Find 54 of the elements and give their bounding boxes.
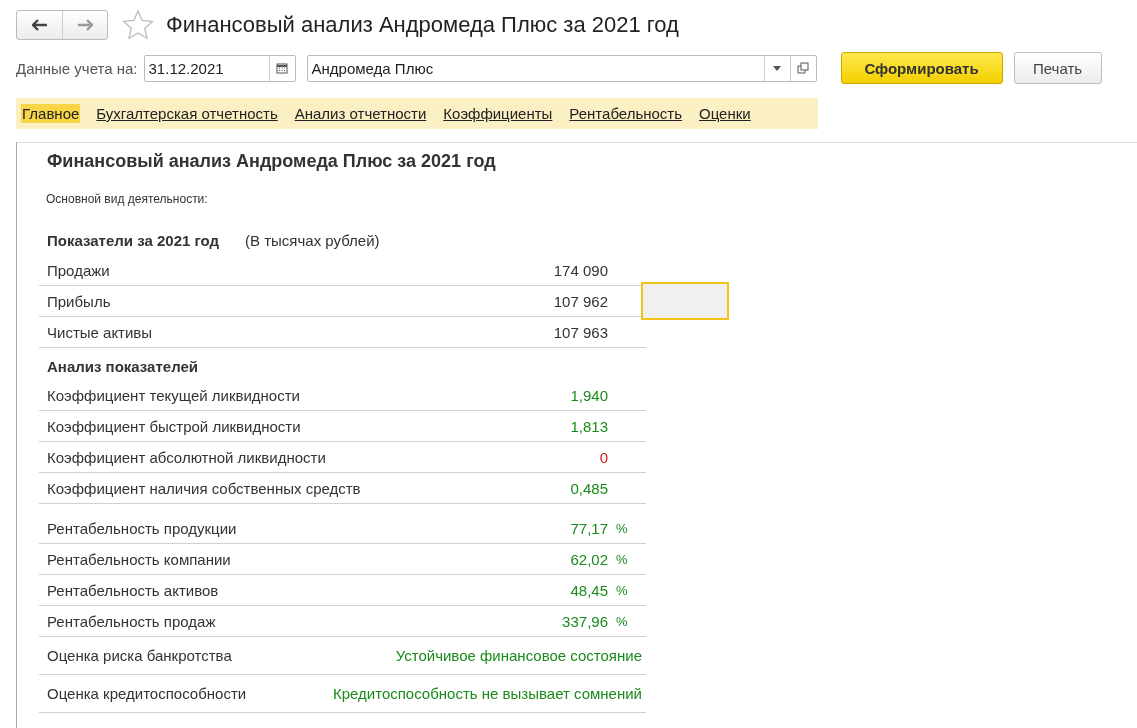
ratio-name: Коэффициент наличия собственных средств	[46, 479, 362, 497]
ratio-value: 1,940	[569, 386, 608, 404]
percent-sign: %	[616, 613, 628, 629]
report-title: Финансовый анализ Андромеда Плюс за 2021 год	[46, 151, 497, 172]
percent-sign: %	[616, 551, 628, 567]
indicator-value: 107 962	[552, 292, 608, 310]
ratio-name: Коэффициент быстрой ликвидности	[46, 417, 302, 435]
section-tab[interactable]: Коэффициенты	[442, 104, 554, 123]
assessment-value: Устойчивое финансовое состояние	[395, 647, 642, 664]
generate-button[interactable]: Сформировать	[840, 52, 1003, 84]
activity-label: Основной вид деятельности:	[45, 191, 209, 206]
assessment-name: Оценка риска банкротства	[46, 647, 233, 664]
section-heading: Анализ показателей	[47, 358, 199, 375]
unit-note: (В тысячах рублей)	[245, 232, 380, 249]
indicator-name: Чистые активы	[46, 323, 154, 341]
percent-sign: %	[616, 520, 628, 536]
indicator-name: Прибыль	[46, 292, 112, 310]
ratio-name: Коэффициент абсолютной ликвидности	[46, 448, 327, 466]
assessment-name: Оценка кредитоспособности	[46, 685, 248, 702]
profitability-name: Рентабельность компании	[46, 550, 232, 568]
section-tab[interactable]: Главное	[21, 104, 81, 123]
profitability-value: 77,17	[569, 519, 608, 537]
profitability-value: 48,45	[569, 581, 608, 599]
ratio-name: Коэффициент текущей ликвидности	[46, 386, 301, 404]
section-heading: Показатели за 2021 год	[47, 232, 220, 249]
profitability-value: 337,96	[561, 612, 608, 630]
profitability-name: Рентабельность продаж	[46, 612, 217, 630]
ratio-value: 0,485	[569, 479, 608, 497]
ratio-value: 1,813	[569, 417, 608, 435]
left-arrow-icon	[31, 19, 48, 31]
section-tab[interactable]: Анализ отчетности	[293, 104, 428, 123]
profitability-name: Рентабельность активов	[46, 581, 220, 599]
indicator-name: Продажи	[46, 261, 111, 279]
profitability-value: 62,02	[569, 550, 608, 568]
section-tab[interactable]: Оценки	[698, 104, 752, 123]
assessment-value: Кредитоспособность не вызывает сомнений	[332, 685, 642, 702]
profitability-name: Рентабельность продукции	[46, 519, 238, 537]
star-icon[interactable]	[122, 9, 154, 41]
open-window-icon	[797, 62, 810, 74]
calendar-icon	[276, 62, 289, 74]
date-field[interactable]: 31.12.2021	[143, 54, 296, 82]
ratio-value: 0	[598, 448, 608, 466]
date-label: Данные учета на:	[16, 59, 138, 77]
window-title: Финансовый анализ Андромеда Плюс за 2021 год	[166, 12, 679, 38]
percent-sign: %	[616, 582, 628, 598]
dropdown-icon	[773, 65, 782, 71]
section-tab[interactable]: Бухгалтерская отчетность	[95, 104, 279, 123]
indicator-value: 107 963	[552, 323, 608, 341]
indicator-value: 174 090	[552, 261, 608, 279]
organization-field[interactable]: Андромеда Плюс	[306, 54, 817, 82]
section-tab[interactable]: Рентабельность	[568, 104, 684, 123]
report-cell[interactable]	[641, 282, 729, 320]
print-button[interactable]: Печать	[1013, 52, 1102, 84]
right-arrow-icon	[77, 19, 93, 31]
